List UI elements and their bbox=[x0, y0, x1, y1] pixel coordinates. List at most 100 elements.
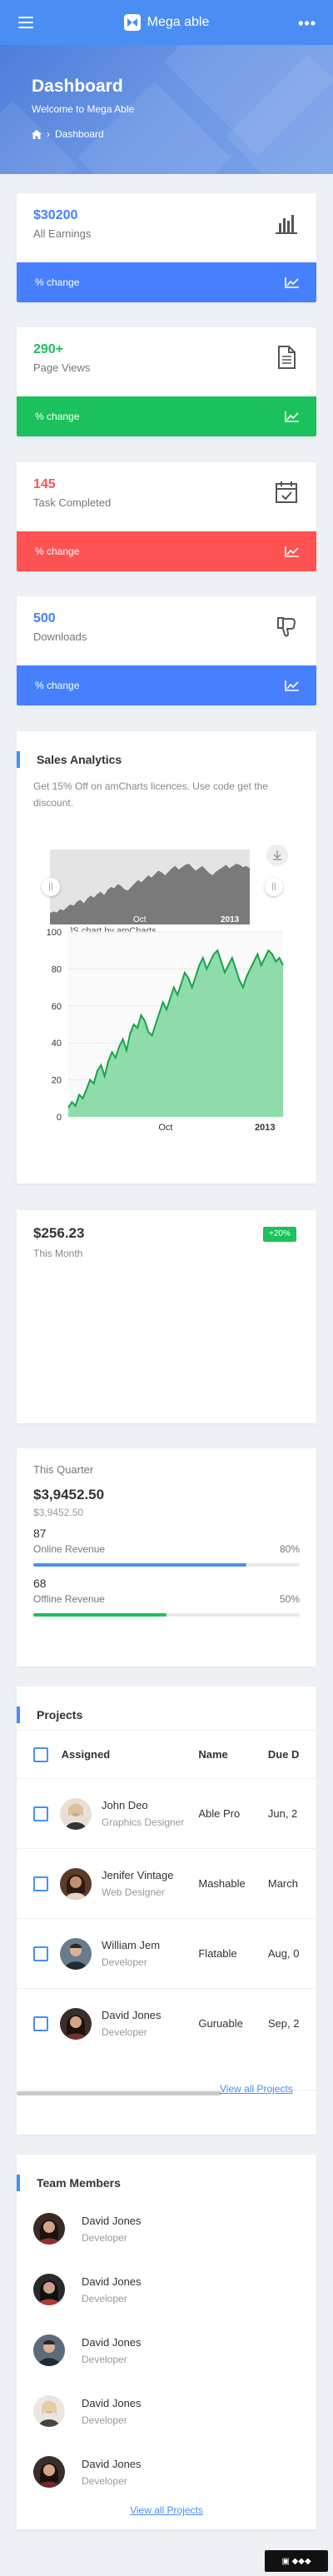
trend-up-icon bbox=[285, 277, 299, 288]
column-header-name[interactable]: Name bbox=[198, 1730, 268, 1779]
more-options-icon[interactable]: ••• bbox=[298, 15, 316, 32]
online-revenue-percent: 80% bbox=[279, 1543, 300, 1555]
y-tick-label: 60 bbox=[52, 1002, 62, 1012]
y-tick-label: 100 bbox=[47, 928, 62, 938]
assignee-name: William Jem bbox=[102, 1939, 161, 1951]
stat-label: Page Views bbox=[33, 361, 91, 374]
project-due-date: Aug, 0 bbox=[267, 1918, 316, 1989]
stat-change-bar: % change bbox=[17, 665, 316, 705]
horizontal-scrollbar[interactable] bbox=[17, 2091, 221, 2095]
project-due-date: Sep, 2 bbox=[267, 1988, 316, 2059]
stat-card-tasks: 145 Task Completed % change bbox=[17, 462, 316, 571]
home-icon[interactable] bbox=[32, 129, 42, 139]
team-members-card: Team Members David Jones Developer David… bbox=[17, 2155, 316, 2529]
project-name: Mashable bbox=[198, 1848, 268, 1919]
online-revenue-count: 87 bbox=[33, 1527, 47, 1540]
x-tick-label: 2013 bbox=[255, 1123, 275, 1133]
quarter-value: $3,9452.50 bbox=[33, 1487, 105, 1502]
stat-change-label: % change bbox=[35, 680, 80, 691]
table-row[interactable]: David Jones Developer Guruable Sep, 2 bbox=[17, 1988, 316, 2059]
assignee-name: Jenifer Vintage bbox=[102, 1869, 174, 1881]
offline-revenue-label: Offline Revenue bbox=[33, 1593, 105, 1605]
stat-value: 500 bbox=[33, 611, 56, 625]
list-item[interactable]: David Jones Developer bbox=[33, 2334, 142, 2366]
table-row[interactable]: William Jem Developer Flatable Aug, 0 bbox=[17, 1918, 316, 1989]
avatar bbox=[60, 1937, 92, 1970]
row-checkbox[interactable] bbox=[33, 1946, 48, 1961]
bar-chart-icon bbox=[276, 215, 297, 234]
project-name: Flatable bbox=[198, 1918, 268, 1989]
row-checkbox[interactable] bbox=[33, 1876, 48, 1891]
list-item[interactable]: David Jones Developer bbox=[33, 2213, 142, 2245]
stat-change-label: % change bbox=[35, 277, 80, 288]
stat-change-bar: % change bbox=[17, 262, 316, 302]
trend-up-icon bbox=[285, 411, 299, 422]
row-checkbox[interactable] bbox=[33, 2015, 48, 2031]
column-header-due-date[interactable]: Due D bbox=[267, 1730, 316, 1779]
watermark-stamp: ▣ ◆◆◆ bbox=[265, 2550, 328, 2572]
avatar bbox=[60, 2007, 92, 2040]
quarter-title: This Quarter bbox=[33, 1463, 94, 1476]
member-role: Developer bbox=[82, 2474, 127, 2487]
y-tick-label: 80 bbox=[52, 964, 62, 974]
breadcrumb-current[interactable]: Dashboard bbox=[55, 128, 104, 140]
monthly-earning-card: $256.23 This Month +20% bbox=[17, 1210, 316, 1423]
navigator-right-handle[interactable]: || bbox=[265, 878, 283, 896]
assignee-name: David Jones bbox=[102, 2009, 162, 2022]
card-title: Projects bbox=[17, 1707, 82, 1723]
offline-revenue-progress bbox=[33, 1613, 300, 1617]
welcome-text: Welcome to Mega Able bbox=[32, 103, 135, 115]
list-item[interactable]: David Jones Developer bbox=[33, 2456, 142, 2488]
view-all-projects-link[interactable]: View all Projects bbox=[220, 2083, 293, 2095]
table-row[interactable]: John Deo Graphics Designer Able Pro Jun,… bbox=[17, 1778, 316, 1849]
progress-fill bbox=[33, 1613, 166, 1617]
stat-value: $30200 bbox=[33, 208, 78, 222]
online-revenue-label: Online Revenue bbox=[33, 1543, 106, 1555]
stat-value: 145 bbox=[33, 477, 56, 491]
brand-name: Mega able bbox=[147, 15, 210, 29]
chart-navigator[interactable]: Oct 2013 bbox=[50, 850, 275, 924]
trend-up-icon bbox=[285, 546, 299, 557]
stat-change-label: % change bbox=[35, 546, 80, 557]
sales-area-chart[interactable]: 100 80 60 40 20 0 Oct 2013 bbox=[17, 919, 291, 1168]
select-all-checkbox[interactable] bbox=[33, 1746, 48, 1762]
project-name: Able Pro bbox=[198, 1778, 268, 1849]
projects-table: Assigned Name Due D John Deo Graphics De… bbox=[17, 1730, 316, 2059]
file-icon bbox=[278, 346, 296, 369]
avatar bbox=[33, 2395, 65, 2427]
assignee-role: Developer bbox=[102, 1956, 147, 1968]
y-tick-label: 20 bbox=[52, 1076, 62, 1086]
stat-label: All Earnings bbox=[33, 227, 92, 240]
offline-revenue-count: 68 bbox=[33, 1577, 47, 1590]
assignee-name: John Deo bbox=[102, 1799, 148, 1811]
column-header-assigned[interactable]: Assigned bbox=[62, 1748, 111, 1761]
avatar bbox=[33, 2213, 65, 2245]
list-item[interactable]: David Jones Developer bbox=[33, 2395, 142, 2427]
offline-revenue-percent: 50% bbox=[279, 1593, 300, 1605]
brand-logo-icon bbox=[123, 14, 141, 31]
stat-label: Task Completed bbox=[33, 496, 112, 509]
earning-badge: +20% bbox=[263, 1227, 296, 1242]
brand[interactable]: Mega able bbox=[123, 14, 210, 31]
y-tick-label: 0 bbox=[57, 1113, 62, 1123]
project-due-date: Jun, 2 bbox=[267, 1778, 316, 1849]
list-item[interactable]: David Jones Developer bbox=[33, 2274, 142, 2305]
hamburger-menu-icon[interactable] bbox=[18, 17, 33, 28]
download-chart-icon[interactable] bbox=[266, 845, 288, 866]
avatar bbox=[60, 1867, 92, 1900]
progress-fill bbox=[33, 1563, 246, 1567]
stat-change-bar: % change bbox=[17, 396, 316, 436]
navigator-left-handle[interactable]: || bbox=[42, 878, 60, 896]
stat-card-earnings: $30200 All Earnings % change bbox=[17, 193, 316, 302]
page-title: Dashboard bbox=[32, 77, 123, 96]
member-name: David Jones bbox=[82, 2335, 142, 2349]
quarter-revenue-card: This Quarter $3,9452.50 $3,9452.50 87 On… bbox=[17, 1448, 316, 1667]
table-row[interactable]: Jenifer Vintage Web Designer Mashable Ma… bbox=[17, 1848, 316, 1919]
thumbs-down-icon bbox=[277, 617, 296, 637]
y-tick-label: 40 bbox=[52, 1039, 62, 1049]
top-navbar: Mega able ••• bbox=[0, 0, 333, 45]
row-checkbox[interactable] bbox=[33, 1806, 48, 1821]
view-all-team-link[interactable]: View all Projects bbox=[17, 2504, 316, 2516]
card-title: Sales Analytics bbox=[17, 751, 122, 768]
member-role: Developer bbox=[82, 2414, 127, 2426]
